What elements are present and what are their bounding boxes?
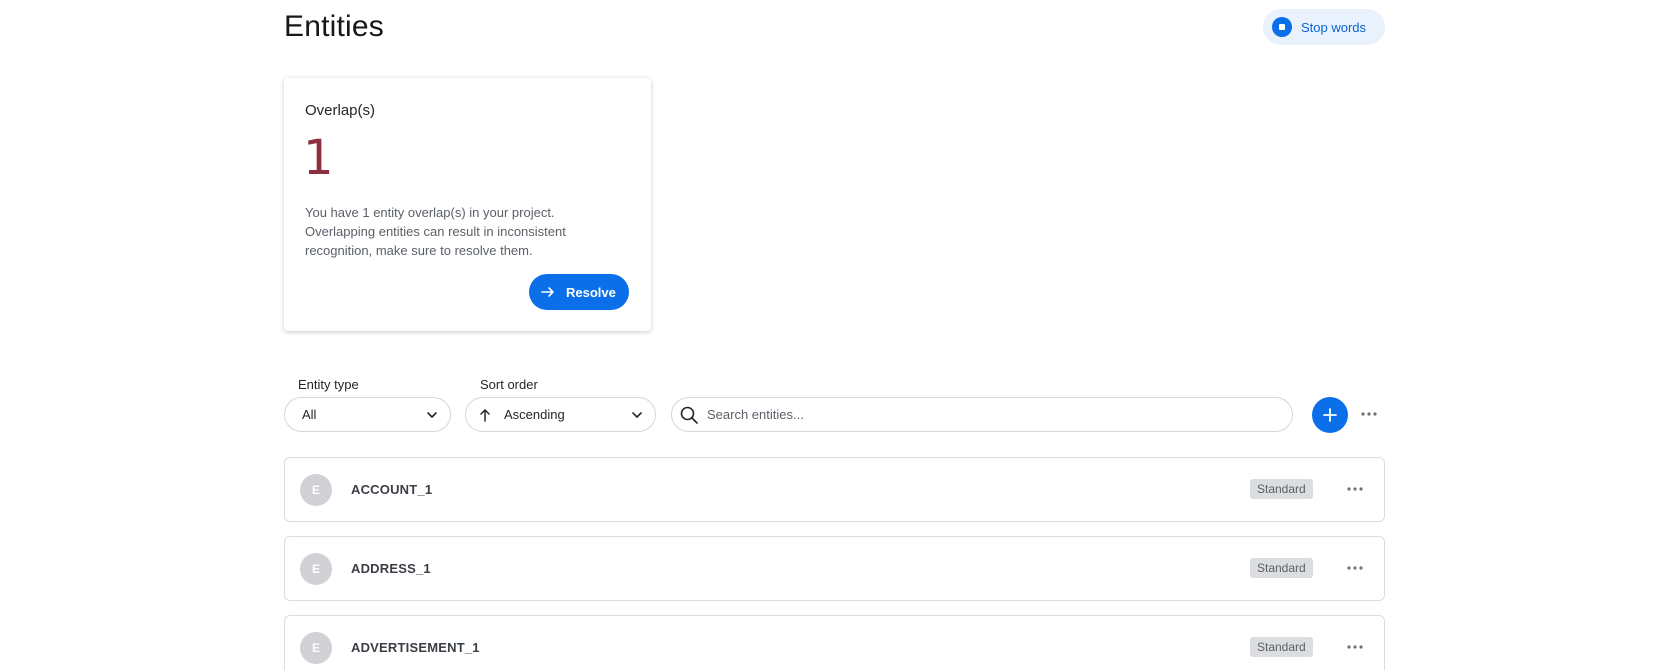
arrow-up-icon [480, 408, 490, 422]
overlap-card-title: Overlap(s) [305, 102, 376, 119]
search-icon [680, 406, 698, 424]
chevron-down-icon [427, 412, 437, 418]
entity-row[interactable]: E ADVERTISEMENT_1 Standard [284, 615, 1385, 670]
more-options-icon[interactable] [1346, 562, 1364, 574]
entity-row[interactable]: E ACCOUNT_1 Standard [284, 457, 1385, 522]
chevron-down-icon [632, 412, 642, 418]
entity-avatar: E [300, 632, 332, 664]
entity-badge: Standard [1250, 479, 1313, 499]
more-options-icon[interactable] [1346, 641, 1364, 653]
entity-badge: Standard [1250, 558, 1313, 578]
resolve-button[interactable]: Resolve [529, 274, 629, 310]
entity-name: ACCOUNT_1 [351, 482, 433, 497]
search-box[interactable] [671, 397, 1293, 432]
overlap-count: 1 [303, 130, 334, 186]
entity-type-label: Entity type [298, 377, 359, 392]
entity-avatar: E [300, 474, 332, 506]
entity-badge: Standard [1250, 637, 1313, 657]
overlap-card: Overlap(s) 1 You have 1 entity overlap(s… [284, 78, 651, 331]
entity-type-select[interactable]: All [284, 397, 451, 432]
entity-type-value: All [302, 407, 317, 422]
sort-order-label: Sort order [480, 377, 538, 392]
stop-words-button[interactable]: Stop words [1263, 9, 1385, 45]
more-options-icon[interactable] [1346, 483, 1364, 495]
plus-icon [1323, 408, 1337, 422]
stop-words-label: Stop words [1301, 19, 1367, 35]
sort-order-value: Ascending [504, 407, 565, 422]
entity-name: ADVERTISEMENT_1 [351, 640, 480, 655]
arrow-right-icon [541, 287, 554, 297]
more-options-icon[interactable] [1360, 408, 1378, 420]
overlap-description: You have 1 entity overlap(s) in your pro… [305, 205, 566, 258]
add-entity-button[interactable] [1312, 397, 1348, 433]
page-title: Entities [284, 10, 384, 43]
entity-row[interactable]: E ADDRESS_1 Standard [284, 536, 1385, 601]
entity-avatar: E [300, 553, 332, 585]
stop-icon [1272, 17, 1292, 37]
entity-name: ADDRESS_1 [351, 561, 431, 576]
search-input[interactable] [707, 407, 1267, 422]
resolve-label: Resolve [566, 284, 616, 300]
sort-order-select[interactable]: Ascending [465, 397, 656, 432]
